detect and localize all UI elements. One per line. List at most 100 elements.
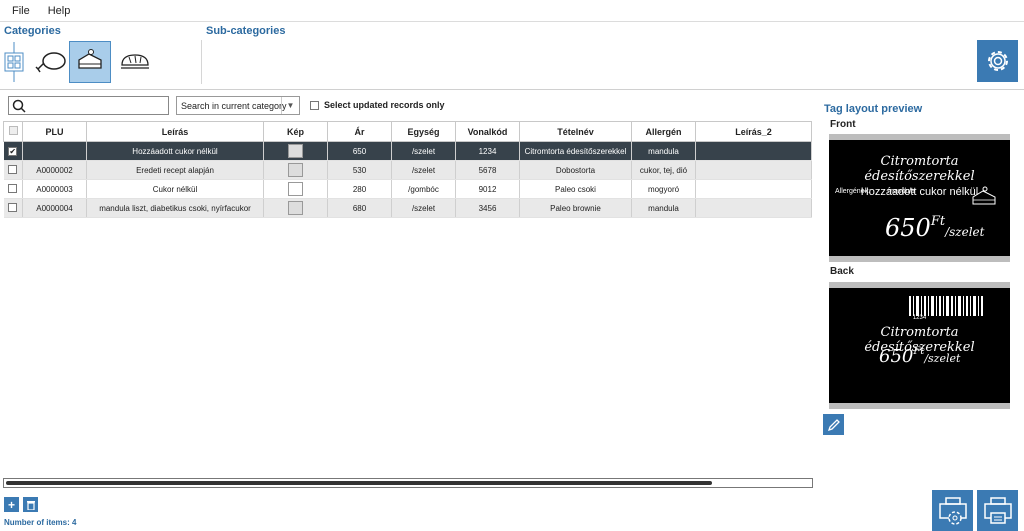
cell-vonalkod: 5678 bbox=[455, 160, 520, 180]
cell-ar: 650 bbox=[327, 141, 392, 161]
cell-leiras2 bbox=[695, 160, 812, 180]
cell-leiras: Eredeti recept alapján bbox=[86, 160, 264, 180]
table-row[interactable]: A0000004 mandula liszt, diabetikus csoki… bbox=[3, 198, 812, 218]
cell-egyseg: /szelet bbox=[391, 160, 456, 180]
cell-leiras: mandula liszt, diabetikus csoki, nyírfac… bbox=[86, 198, 264, 218]
cake-thumbnail-icon bbox=[288, 163, 303, 177]
cell-leiras: Hozzáadott cukor nélkül bbox=[86, 141, 264, 161]
back-tag-preview: 1234 Citromtorta édesítőszerekkel 650Ft/… bbox=[829, 282, 1010, 409]
printer-gear-icon bbox=[938, 496, 967, 525]
items-table: PLU Leírás Kép Ár Egység Vonalkód Tételn… bbox=[3, 121, 812, 218]
search-input[interactable] bbox=[8, 96, 169, 115]
subcategories-title: Sub-categories bbox=[206, 25, 286, 37]
cell-plu: A0000004 bbox=[22, 198, 87, 218]
price-currency: Ft bbox=[913, 346, 925, 357]
price-unit: /szelet bbox=[945, 225, 985, 239]
updated-only-checkbox[interactable] bbox=[310, 100, 319, 110]
cake-thumbnail-icon bbox=[288, 144, 303, 158]
search-scope-value: Search in current category bbox=[181, 100, 287, 111]
column-header[interactable]: Allergén bbox=[631, 121, 696, 142]
allergen-label: Allergének: bbox=[835, 188, 871, 195]
printer-settings-button[interactable] bbox=[932, 490, 973, 531]
gear-icon bbox=[987, 51, 1008, 71]
row-checkbox[interactable] bbox=[8, 164, 18, 174]
plus-icon: + bbox=[7, 497, 15, 512]
settings-button[interactable] bbox=[977, 40, 1018, 82]
trash-icon bbox=[26, 501, 35, 510]
search-scope-dropdown[interactable]: Search in current category ▼ bbox=[176, 96, 300, 115]
item-count-label: Number of items: bbox=[4, 518, 70, 527]
column-header[interactable]: Tételnév bbox=[519, 121, 632, 142]
column-header[interactable]: Leírás bbox=[86, 121, 264, 142]
table-header-row: PLU Leírás Kép Ár Egység Vonalkód Tételn… bbox=[3, 121, 812, 142]
delete-item-button[interactable] bbox=[23, 497, 38, 512]
row-checkbox[interactable]: ✔ bbox=[8, 146, 18, 156]
category-meat-icon[interactable] bbox=[30, 41, 72, 83]
cell-plu bbox=[22, 141, 87, 161]
cell-ar: 530 bbox=[327, 160, 392, 180]
cell-leiras2 bbox=[695, 179, 812, 199]
horizontal-scrollbar[interactable] bbox=[3, 478, 813, 488]
row-checkbox-cell[interactable] bbox=[3, 179, 23, 199]
select-all-header[interactable] bbox=[3, 121, 23, 142]
cell-leiras2 bbox=[695, 198, 812, 218]
cell-kep bbox=[263, 198, 328, 218]
table-row[interactable]: ✔ Hozzáadott cukor nélkül 650 /szelet 12… bbox=[3, 141, 812, 161]
preview-title: Tag layout preview bbox=[824, 103, 923, 115]
row-checkbox[interactable] bbox=[8, 202, 18, 212]
cell-vonalkod: 9012 bbox=[455, 179, 520, 199]
cell-ar: 680 bbox=[327, 198, 392, 218]
price-value: 650 bbox=[885, 214, 931, 242]
cell-vonalkod: 3456 bbox=[455, 198, 520, 218]
section-divider bbox=[0, 89, 1024, 90]
table-row[interactable]: A0000003 Cukor nélkül 280 /gombóc 9012 P… bbox=[3, 179, 812, 199]
edit-layout-button[interactable] bbox=[823, 414, 844, 435]
barcode-number: 1234 bbox=[912, 315, 927, 321]
front-tag-preview: Citromtorta édesítőszerekkel Hozzáadott … bbox=[829, 134, 1010, 262]
front-tag-allergen: Allergének: mandula bbox=[835, 188, 915, 195]
cell-egyseg: /szelet bbox=[391, 198, 456, 218]
menu-file[interactable]: File bbox=[12, 5, 30, 17]
menu-help[interactable]: Help bbox=[48, 5, 71, 17]
row-checkbox-cell[interactable] bbox=[3, 160, 23, 180]
allergen-value: mandula bbox=[887, 188, 915, 195]
back-label: Back bbox=[830, 266, 854, 277]
item-count-value: 4 bbox=[72, 518, 77, 527]
search-icon bbox=[12, 99, 26, 113]
cell-allergen: mandula bbox=[631, 198, 696, 218]
cell-leiras2 bbox=[695, 141, 812, 161]
column-header[interactable]: Ár bbox=[327, 121, 392, 142]
scrollbar-thumb[interactable] bbox=[6, 481, 712, 485]
column-header[interactable]: Vonalkód bbox=[455, 121, 520, 142]
cell-plu: A0000002 bbox=[22, 160, 87, 180]
cell-tetelnev: Paleo csoki bbox=[519, 179, 632, 199]
category-bread-icon[interactable] bbox=[114, 41, 156, 83]
column-header[interactable]: Leírás_2 bbox=[695, 121, 812, 142]
row-checkbox[interactable] bbox=[8, 183, 18, 193]
front-tag-price: 650Ft/szelet bbox=[885, 214, 984, 242]
column-header[interactable]: PLU bbox=[22, 121, 87, 142]
ice-cream-thumbnail-icon bbox=[288, 182, 303, 196]
column-header[interactable]: Egység bbox=[391, 121, 456, 142]
cell-kep bbox=[263, 179, 328, 199]
add-item-button[interactable]: + bbox=[4, 497, 19, 512]
cell-allergen: mandula bbox=[631, 141, 696, 161]
item-count: Number of items: 4 bbox=[4, 518, 76, 527]
select-all-checkbox[interactable] bbox=[8, 126, 18, 135]
category-cake-icon[interactable] bbox=[69, 41, 111, 83]
cell-kep bbox=[263, 160, 328, 180]
cake-icon bbox=[972, 186, 996, 205]
category-grid-icon[interactable] bbox=[0, 41, 30, 83]
front-label: Front bbox=[830, 119, 856, 130]
print-tags-button[interactable] bbox=[977, 490, 1018, 531]
cell-kep bbox=[263, 141, 328, 161]
price-value: 650 bbox=[879, 346, 914, 367]
column-header[interactable]: Kép bbox=[263, 121, 328, 142]
barcode-icon bbox=[909, 296, 983, 316]
updated-only-filter[interactable]: Select updated records only bbox=[310, 100, 445, 110]
cell-leiras: Cukor nélkül bbox=[86, 179, 264, 199]
chevron-down-icon[interactable]: ▼ bbox=[281, 97, 299, 114]
row-checkbox-cell[interactable]: ✔ bbox=[3, 141, 23, 161]
table-row[interactable]: A0000002 Eredeti recept alapján 530 /sze… bbox=[3, 160, 812, 180]
row-checkbox-cell[interactable] bbox=[3, 198, 23, 218]
